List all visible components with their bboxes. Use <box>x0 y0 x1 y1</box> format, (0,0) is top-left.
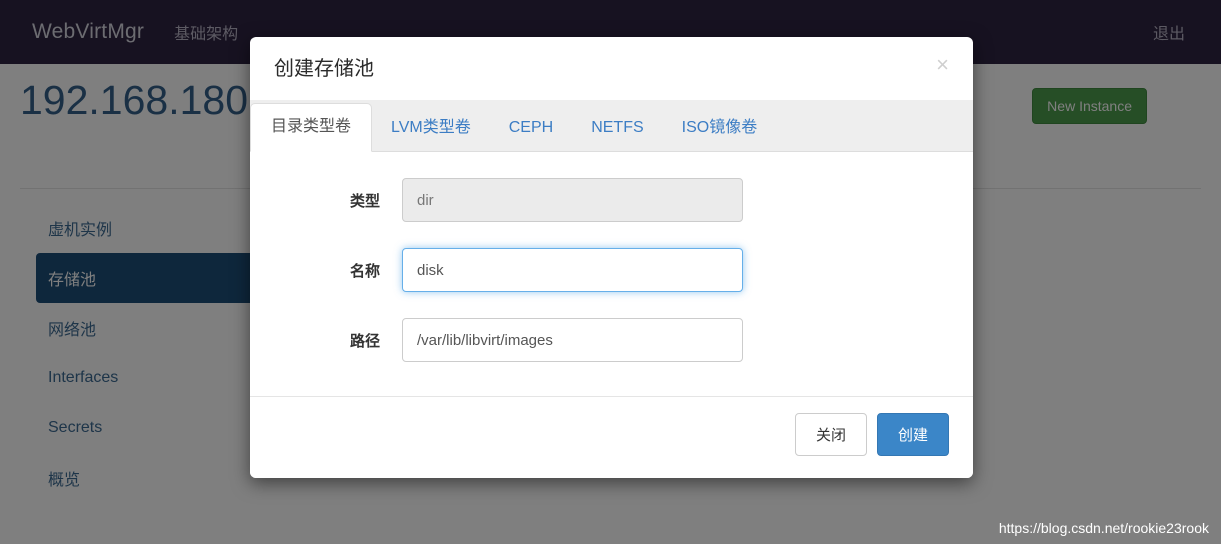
close-button[interactable]: 关闭 <box>794 413 867 456</box>
create-button[interactable]: 创建 <box>876 413 949 456</box>
label-path: 路径 <box>349 332 380 350</box>
form-row-type: 类型 <box>250 178 973 222</box>
label-name: 名称 <box>349 262 380 280</box>
close-icon[interactable]: × <box>930 53 955 77</box>
form-row-path: 路径 <box>250 318 973 362</box>
pool-type-tabs: 目录类型卷 LVM类型卷 CEPH NETFS ISO镜像卷 <box>250 100 973 152</box>
path-input[interactable] <box>402 318 743 362</box>
create-storage-pool-dialog: 创建存储池 × 目录类型卷 LVM类型卷 CEPH NETFS ISO镜像卷 类… <box>250 37 973 478</box>
watermark-text: https://blog.csdn.net/rookie23rook <box>998 520 1209 536</box>
tab-netfs[interactable]: NETFS <box>572 105 662 152</box>
tab-ceph[interactable]: CEPH <box>490 105 572 152</box>
type-input <box>402 178 743 222</box>
tab-dir[interactable]: 目录类型卷 <box>250 103 373 152</box>
form-row-name: 名称 <box>250 248 973 292</box>
name-input[interactable] <box>402 248 743 292</box>
label-type: 类型 <box>349 192 380 210</box>
tab-iso[interactable]: ISO镜像卷 <box>663 105 777 152</box>
modal-footer: 关闭 创建 <box>250 396 973 478</box>
modal-body: 类型 名称 路径 <box>250 152 973 396</box>
modal-header: 创建存储池 × <box>250 37 973 100</box>
modal-title: 创建存储池 <box>274 58 374 80</box>
tab-lvm[interactable]: LVM类型卷 <box>372 105 490 152</box>
